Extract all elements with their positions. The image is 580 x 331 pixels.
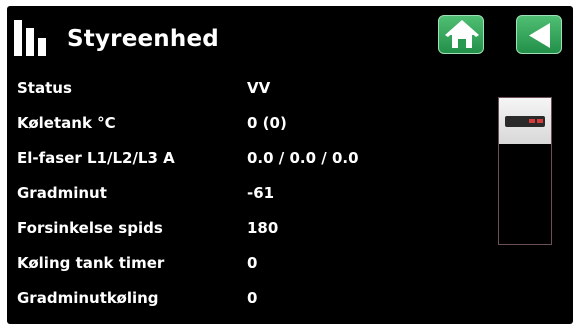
- back-button[interactable]: [516, 15, 562, 54]
- unit-indicator: [537, 119, 543, 123]
- heat-pump-unit-icon: [498, 97, 552, 245]
- el-phases-label: El-faser L1/L2/L3 A: [17, 149, 175, 167]
- cooling-tank-timer-value: 0: [247, 254, 258, 272]
- page-title: Styreenhed: [67, 26, 219, 52]
- cooling-tank-timer-label: Køling tank timer: [17, 254, 165, 272]
- home-icon: [445, 20, 479, 48]
- status-value: VV: [247, 79, 271, 97]
- bars-logo-icon: [14, 20, 58, 56]
- degree-minute-cooling-value: 0: [247, 289, 258, 307]
- status-label: Status: [17, 79, 72, 97]
- degree-minute-value: -61: [247, 184, 275, 202]
- display-screen: Styreenhed Status VV Køletank °C 0 (0) E…: [7, 6, 573, 324]
- delay-peak-value: 180: [247, 219, 279, 237]
- home-button[interactable]: [438, 15, 484, 54]
- degree-minute-cooling-label: Gradminutkøling: [17, 289, 159, 307]
- unit-indicator: [529, 119, 535, 123]
- el-phases-value: 0.0 / 0.0 / 0.0: [247, 149, 359, 167]
- cooling-tank-value: 0 (0): [247, 114, 287, 132]
- delay-peak-label: Forsinkelse spids: [17, 219, 163, 237]
- cooling-tank-label: Køletank °C: [17, 114, 116, 132]
- back-arrow-icon: [529, 23, 550, 48]
- unit-top-panel: [499, 98, 551, 144]
- degree-minute-label: Gradminut: [17, 184, 107, 202]
